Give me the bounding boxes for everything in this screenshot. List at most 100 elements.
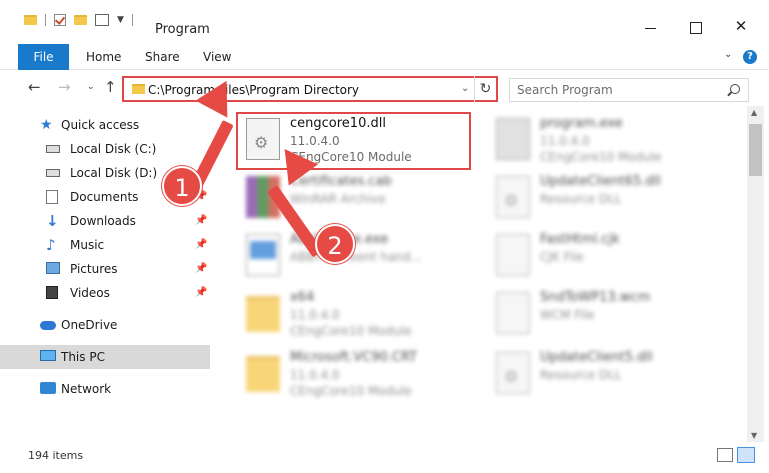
sidebar-item-label: Videos [70, 286, 110, 300]
scroll-up-icon[interactable]: ▲ [751, 108, 757, 117]
pictures-icon [46, 262, 60, 274]
videos-icon [46, 286, 58, 299]
search-input[interactable]: Search Program [509, 78, 749, 102]
sidebar-item-this-pc[interactable]: This PC [0, 345, 210, 369]
file-item-updateclient5-dll[interactable]: UpdateClient5.dll Resource DLL [486, 346, 726, 402]
vertical-scrollbar[interactable]: ▲ ▼ [747, 106, 764, 442]
app-icon [246, 234, 280, 276]
help-icon[interactable]: ? [743, 50, 757, 64]
documents-icon [46, 190, 58, 204]
file-description: WCM File [540, 308, 595, 322]
window-title: Program [155, 22, 210, 37]
pin-icon[interactable]: 📌 [195, 215, 207, 226]
music-icon: ♪ [46, 236, 56, 254]
properties-icon[interactable] [95, 14, 109, 26]
sidebar-item-onedrive[interactable]: OneDrive [0, 313, 210, 337]
file-name: x64 [290, 290, 315, 305]
refresh-icon[interactable]: ↻ [474, 76, 496, 102]
file-item-fasthtml-cjk[interactable]: FastHtml.cjk CJK File [486, 228, 726, 284]
sidebar-item-downloads[interactable]: ↓ Downloads 📌 [0, 209, 210, 233]
step-badge-1: 1 [162, 166, 202, 206]
details-view-icon[interactable] [717, 448, 733, 462]
sidebar-item-videos[interactable]: Videos 📌 [0, 281, 210, 305]
up-arrow-icon[interactable]: ↑ [104, 78, 117, 96]
file-item-microsoft-vc90-crt[interactable]: Microsoft.VC90.CRT 11.0.4.0 CEngCore10 M… [236, 346, 476, 402]
file-name: UpdateClient65.dll [540, 174, 661, 189]
close-button[interactable]: ✕ [731, 18, 751, 34]
file-name: Microsoft.VC90.CRT [290, 350, 418, 365]
search-placeholder: Search Program [517, 83, 613, 97]
file-name: FastHtml.cjk [540, 232, 620, 247]
expand-ribbon-icon[interactable]: ⌄ [724, 49, 732, 60]
file-description: CEngCore10 Module [290, 324, 412, 338]
disk-icon [46, 145, 60, 153]
sidebar-item-label: Downloads [70, 214, 136, 228]
sidebar-item-quick-access[interactable]: ★ Quick access [0, 113, 210, 137]
address-path[interactable]: C:\Program Files\Program Directory [148, 83, 359, 97]
file-name: SndToWP13.wcm [540, 290, 651, 305]
address-dropdown-icon[interactable]: ⌄ [461, 83, 469, 94]
file-version: 11.0.4.0 [290, 308, 340, 322]
tab-file[interactable]: File [18, 44, 69, 70]
pin-icon[interactable]: 📌 [195, 239, 207, 250]
onedrive-icon [40, 321, 56, 330]
navigation-bar: ← → ⌄ ↑ C:\Program Files\Program Directo… [0, 72, 769, 104]
toolbar-separator [45, 14, 46, 26]
tab-home[interactable]: Home [86, 44, 121, 70]
exe-icon [496, 118, 530, 160]
minimize-button[interactable] [641, 18, 661, 34]
dll-icon [496, 352, 530, 394]
sidebar-item-music[interactable]: ♪ Music 📌 [0, 233, 210, 257]
sidebar-item-pictures[interactable]: Pictures 📌 [0, 257, 210, 281]
scroll-down-icon[interactable]: ▼ [751, 431, 757, 440]
file-item-x64[interactable]: x64 11.0.4.0 CEngCore10 Module [236, 286, 476, 342]
file-item-absupdate-exe[interactable]: AbsUpdate.exe ABBYY Fineent hand... [236, 228, 476, 284]
dll-icon [496, 176, 530, 218]
address-bar[interactable]: C:\Program Files\Program Directory ⌄ ↻ [122, 76, 498, 102]
folder-icon [246, 356, 280, 392]
file-name: program.exe [540, 116, 623, 131]
file-name: Certificates.cab [290, 174, 392, 189]
properties-check-icon[interactable] [54, 14, 66, 26]
ribbon-tabs: File Home Share View ⌄ ? [0, 44, 769, 70]
file-description: CEngCore10 Module [540, 150, 662, 164]
large-icons-view-icon[interactable] [737, 447, 755, 463]
pin-icon[interactable]: 📌 [195, 263, 207, 274]
sidebar-item-label: Documents [70, 190, 139, 204]
file-version: 11.0.4.0 [290, 368, 340, 382]
recent-locations-chevron-icon[interactable]: ⌄ [87, 82, 95, 92]
sidebar-item-label: Local Disk (D:) [70, 166, 158, 180]
folder-icon [246, 296, 280, 332]
search-icon[interactable] [730, 84, 740, 94]
file-name: UpdateClient5.dll [540, 350, 653, 365]
maximize-button[interactable] [686, 18, 706, 34]
sidebar-item-label: Network [61, 382, 112, 396]
forward-arrow-icon[interactable]: → [58, 78, 71, 96]
back-arrow-icon[interactable]: ← [28, 78, 41, 96]
tab-share[interactable]: Share [145, 44, 180, 70]
sidebar-item-label: Local Disk (C:) [70, 142, 157, 156]
pin-icon[interactable]: 📌 [195, 287, 207, 298]
sidebar-item-label: OneDrive [61, 318, 118, 332]
file-description: CEngCore10 Module [290, 384, 412, 398]
downloads-icon: ↓ [46, 212, 59, 230]
dll-gear-icon [246, 118, 280, 160]
tab-view[interactable]: View [203, 44, 231, 70]
file-item-sndtowp13-wcm[interactable]: SndToWP13.wcm WCM File [486, 286, 726, 342]
file-icon [496, 292, 530, 334]
sidebar-item-label: This PC [61, 350, 105, 364]
sidebar-item-local-disk-c[interactable]: Local Disk (C:) [0, 137, 210, 161]
disk-icon [46, 169, 60, 177]
file-item-updateclient65-dll[interactable]: UpdateClient65.dll Resource DLL [486, 170, 726, 226]
folder-icon[interactable] [24, 15, 37, 25]
file-description: Resource DLL [540, 192, 622, 206]
file-item-program-exe[interactable]: program.exe 11.0.4.0 CEngCore10 Module [486, 112, 726, 168]
new-folder-icon[interactable] [74, 15, 87, 25]
sidebar-item-label: Music [70, 238, 105, 252]
title-bar: ▼ Program ✕ [0, 0, 769, 38]
scrollbar-thumb[interactable] [749, 124, 762, 176]
toolbar-separator [131, 14, 133, 26]
customize-chevron-icon[interactable]: ▼ [117, 15, 124, 25]
status-bar: 194 items [0, 443, 769, 473]
sidebar-item-network[interactable]: Network [0, 377, 210, 401]
